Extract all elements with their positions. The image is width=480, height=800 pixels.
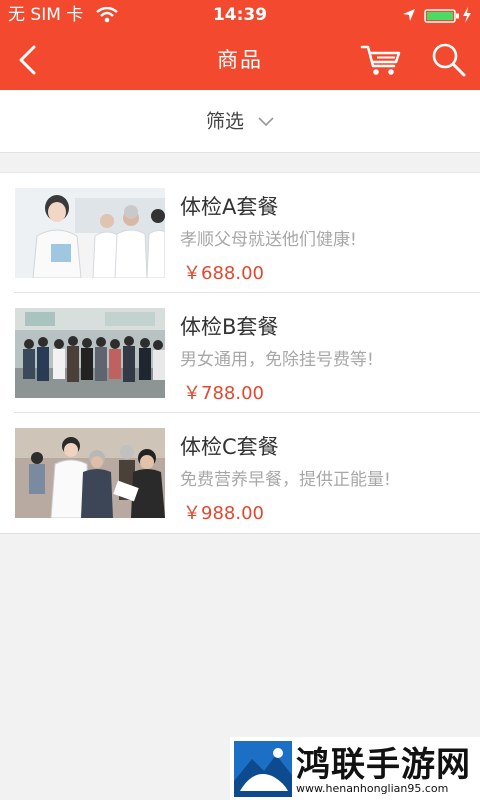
product-item[interactable]: 体检B套餐 男女通用，免除挂号费等! ￥788.00 [0, 293, 480, 413]
product-price: ￥788.00 [183, 383, 264, 404]
product-name: 体检A套餐 [180, 195, 279, 219]
product-item[interactable]: 体检C套餐 免费营养早餐，提供正能量! ￥988.00 [0, 413, 480, 533]
watermark-logo-icon [234, 741, 292, 797]
product-desc: 男女通用，免除挂号费等! [180, 350, 374, 370]
product-price: ￥988.00 [183, 503, 264, 524]
filter-dropdown[interactable]: 筛选 [0, 90, 480, 153]
watermark-name: 鸿联手游网 [296, 745, 471, 785]
filter-label: 筛选 [205, 110, 244, 133]
product-price: ￥688.00 [183, 263, 264, 284]
product-image [15, 428, 165, 518]
product-desc: 孝顺父母就送他们健康! [180, 230, 357, 250]
chevron-down-icon [258, 116, 274, 126]
watermark: 鸿联手游网 www.henanhonglian95.com [230, 737, 480, 800]
product-list: 体检A套餐 孝顺父母就送他们健康! ￥688.00 体检B套餐 男女通用，免除挂… [0, 172, 480, 534]
cart-icon[interactable] [360, 42, 402, 78]
battery-icon [424, 9, 459, 23]
search-icon[interactable] [430, 41, 468, 79]
location-icon [403, 9, 415, 21]
app-header: 无 SIM 卡 14:39 商品 [0, 0, 480, 90]
nav-bar: 商品 [0, 30, 480, 90]
product-item[interactable]: 体检A套餐 孝顺父母就送他们健康! ￥688.00 [0, 173, 480, 293]
product-image [15, 308, 165, 398]
product-desc: 免费营养早餐，提供正能量! [180, 470, 391, 490]
watermark-url: www.henanhonglian95.com [296, 782, 449, 795]
page-title: 商品 [217, 48, 263, 72]
product-image [15, 188, 165, 278]
product-name: 体检B套餐 [180, 315, 279, 339]
product-name: 体检C套餐 [180, 435, 279, 459]
charging-icon [463, 7, 471, 23]
status-bar: 无 SIM 卡 14:39 [0, 0, 480, 30]
